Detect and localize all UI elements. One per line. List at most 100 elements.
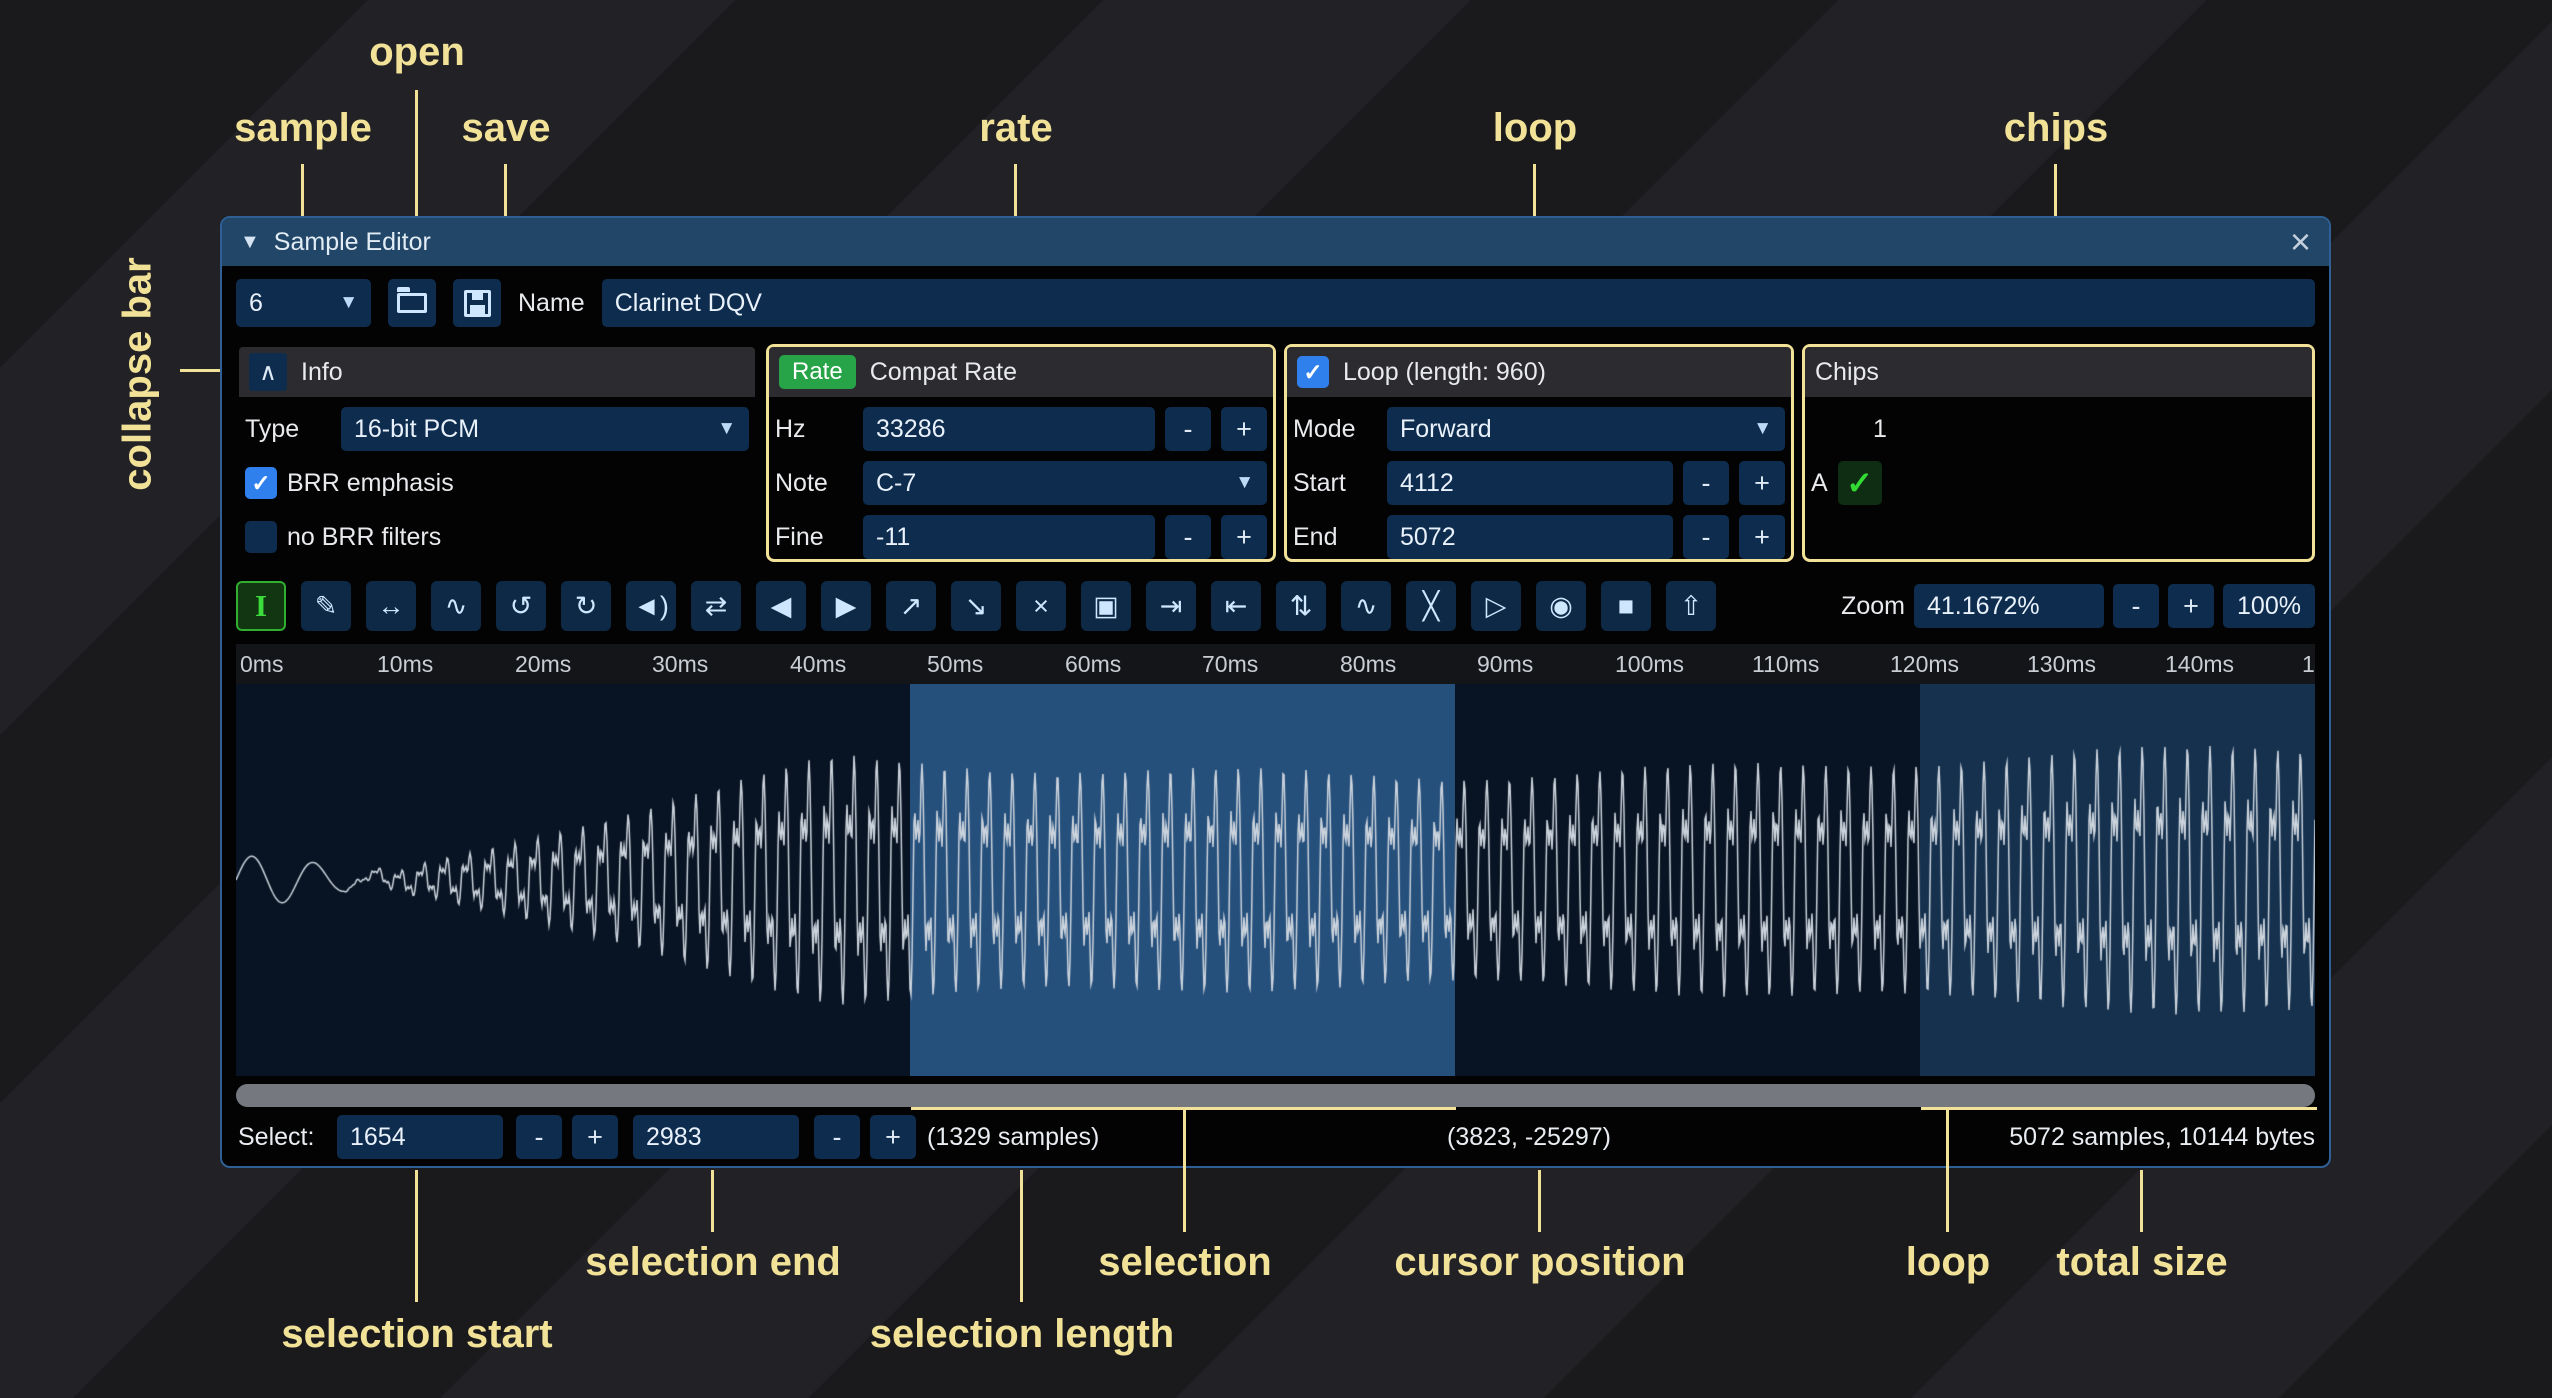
rate-badge: Rate	[779, 355, 856, 389]
close-icon[interactable]: ×	[2290, 224, 2311, 260]
sample-selector-value: 6	[249, 289, 263, 318]
play-position-icon[interactable]: ◉	[1536, 581, 1586, 631]
open-button[interactable]	[388, 279, 436, 327]
waveform-canvas	[236, 684, 2315, 1076]
chip-number: 1	[1873, 415, 1887, 444]
push-back-icon[interactable]: ⇤	[1211, 581, 1261, 631]
loop-mode-row: Mode Forward ▼	[1287, 407, 1791, 451]
fade-out-icon[interactable]: ↘	[951, 581, 1001, 631]
annotation-line-selection	[1183, 1107, 1186, 1232]
brr-emphasis-checkbox[interactable]: ✓	[245, 467, 277, 499]
info-section: ∧ Info Type 16-bit PCM ▼ ✓ BRR emphasis	[236, 344, 758, 562]
chip-enable-row: A ✓	[1805, 461, 2312, 505]
chip-enable-checkbox[interactable]: ✓	[1838, 461, 1882, 505]
invert-icon[interactable]: ▶	[821, 581, 871, 631]
name-input[interactable]: Clarinet DQV	[602, 279, 2315, 327]
loop-mode-dropdown[interactable]: Forward ▼	[1387, 407, 1785, 451]
undo-icon[interactable]: ↺	[496, 581, 546, 631]
fine-minus-button[interactable]: -	[1165, 515, 1211, 559]
silence-icon[interactable]: ×	[1016, 581, 1066, 631]
brr-emphasis-row: ✓ BRR emphasis	[239, 461, 755, 505]
chips-header: Chips	[1805, 347, 2312, 397]
horizontal-scrollbar[interactable]	[236, 1084, 2315, 1107]
annotation-line-loop-bottom	[1946, 1107, 1949, 1232]
annotation-collapse-bar: collapse bar	[116, 257, 161, 490]
resample-icon[interactable]: ∿	[431, 581, 481, 631]
type-dropdown[interactable]: 16-bit PCM ▼	[341, 407, 749, 451]
page: open sample save rate loop chips collaps…	[0, 0, 2552, 1398]
fine-input[interactable]: -11	[863, 515, 1155, 559]
crossfade-icon[interactable]: ╳	[1406, 581, 1456, 631]
zoom-reset-button[interactable]: 100%	[2223, 584, 2315, 628]
scrollbar-thumb[interactable]	[236, 1084, 2315, 1107]
reverse-icon[interactable]: ◀	[756, 581, 806, 631]
zoom-minus-button[interactable]: -	[2113, 584, 2159, 628]
save-icon	[464, 290, 491, 317]
annotation-selection-end: selection end	[585, 1240, 841, 1285]
zoom-input[interactable]: 41.1672%	[1914, 584, 2104, 628]
no-brr-filters-checkbox[interactable]	[245, 521, 277, 553]
stretch-icon[interactable]: ⇅	[1276, 581, 1326, 631]
note-dropdown[interactable]: C-7 ▼	[863, 461, 1267, 505]
type-row: Type 16-bit PCM ▼	[239, 407, 755, 451]
toolbar: I ✎ ↔ ∿ ↺ ↻ ◄) ⇄ ◀ ▶ ↗ ↘ × ▣ ⇥ ⇤ ⇅ ∿ ╳ ▷…	[236, 580, 2315, 632]
loop-header: ✓ Loop (length: 960)	[1287, 347, 1791, 397]
ruler-tick: 40ms	[790, 651, 846, 678]
trim-icon[interactable]: ▣	[1081, 581, 1131, 631]
titlebar[interactable]: ▼ Sample Editor ×	[222, 218, 2329, 266]
annotation-cursor-position: cursor position	[1394, 1240, 1685, 1285]
sample-selector[interactable]: 6 ▼	[236, 279, 371, 327]
selection-end-input[interactable]: 2983	[633, 1115, 799, 1159]
ruler-tick: 140ms	[2165, 651, 2234, 678]
selection-start-minus-button[interactable]: -	[516, 1115, 562, 1159]
fine-row: Fine -11 - +	[769, 515, 1273, 559]
amplify-icon[interactable]: ◄)	[626, 581, 676, 631]
loop-start-plus-button[interactable]: +	[1739, 461, 1785, 505]
preview-icon[interactable]: ▷	[1471, 581, 1521, 631]
ibeam-select-icon[interactable]: I	[236, 581, 286, 631]
stop-icon[interactable]: ■	[1601, 581, 1651, 631]
selection-start-input[interactable]: 1654	[337, 1115, 503, 1159]
note-label: Note	[775, 469, 853, 498]
loop-start-minus-button[interactable]: -	[1683, 461, 1729, 505]
fine-plus-button[interactable]: +	[1221, 515, 1267, 559]
export-icon[interactable]: ⇧	[1666, 581, 1716, 631]
selection-end-plus-button[interactable]: +	[870, 1115, 916, 1159]
annotation-sample: sample	[234, 106, 372, 151]
selection-start-plus-button[interactable]: +	[572, 1115, 618, 1159]
save-button[interactable]	[453, 279, 501, 327]
loop-end-plus-button[interactable]: +	[1739, 515, 1785, 559]
normalize-icon[interactable]: ⇄	[691, 581, 741, 631]
info-header-label: Info	[301, 358, 343, 387]
zoom-group: Zoom 41.1672% - + 100%	[1841, 584, 2315, 628]
loop-mode-label: Mode	[1293, 415, 1377, 444]
time-ruler[interactable]: 0ms 10ms 20ms 30ms 40ms 50ms 60ms 70ms 8…	[236, 644, 2315, 684]
selection-end-minus-button[interactable]: -	[814, 1115, 860, 1159]
resize-icon[interactable]: ↔	[366, 581, 416, 631]
hz-minus-button[interactable]: -	[1165, 407, 1211, 451]
zoom-label: Zoom	[1841, 592, 1905, 621]
loop-end-minus-button[interactable]: -	[1683, 515, 1729, 559]
loop-checkbox[interactable]: ✓	[1297, 356, 1329, 388]
note-row: Note C-7 ▼	[769, 461, 1273, 505]
annotation-total-size: total size	[2056, 1240, 2227, 1285]
hz-input[interactable]: 33286	[863, 407, 1155, 451]
annotation-open: open	[369, 30, 465, 75]
annotation-selection-start: selection start	[281, 1312, 552, 1357]
redo-icon[interactable]: ↻	[561, 581, 611, 631]
cursor-position-text: (3823, -25297)	[1447, 1115, 1611, 1159]
loop-end-row: End 5072 - +	[1287, 515, 1791, 559]
filter-icon[interactable]: ∿	[1341, 581, 1391, 631]
annotation-line-selection-end	[711, 1170, 714, 1232]
waveform-view[interactable]	[236, 684, 2315, 1076]
ruler-tick: 70ms	[1202, 651, 1258, 678]
fade-in-icon[interactable]: ↗	[886, 581, 936, 631]
collapse-bar-button[interactable]: ∧	[249, 353, 287, 391]
zoom-plus-button[interactable]: +	[2168, 584, 2214, 628]
collapse-window-icon[interactable]: ▼	[240, 231, 260, 254]
insert-icon[interactable]: ⇥	[1146, 581, 1196, 631]
hz-plus-button[interactable]: +	[1221, 407, 1267, 451]
loop-end-input[interactable]: 5072	[1387, 515, 1673, 559]
loop-start-input[interactable]: 4112	[1387, 461, 1673, 505]
pencil-draw-icon[interactable]: ✎	[301, 581, 351, 631]
